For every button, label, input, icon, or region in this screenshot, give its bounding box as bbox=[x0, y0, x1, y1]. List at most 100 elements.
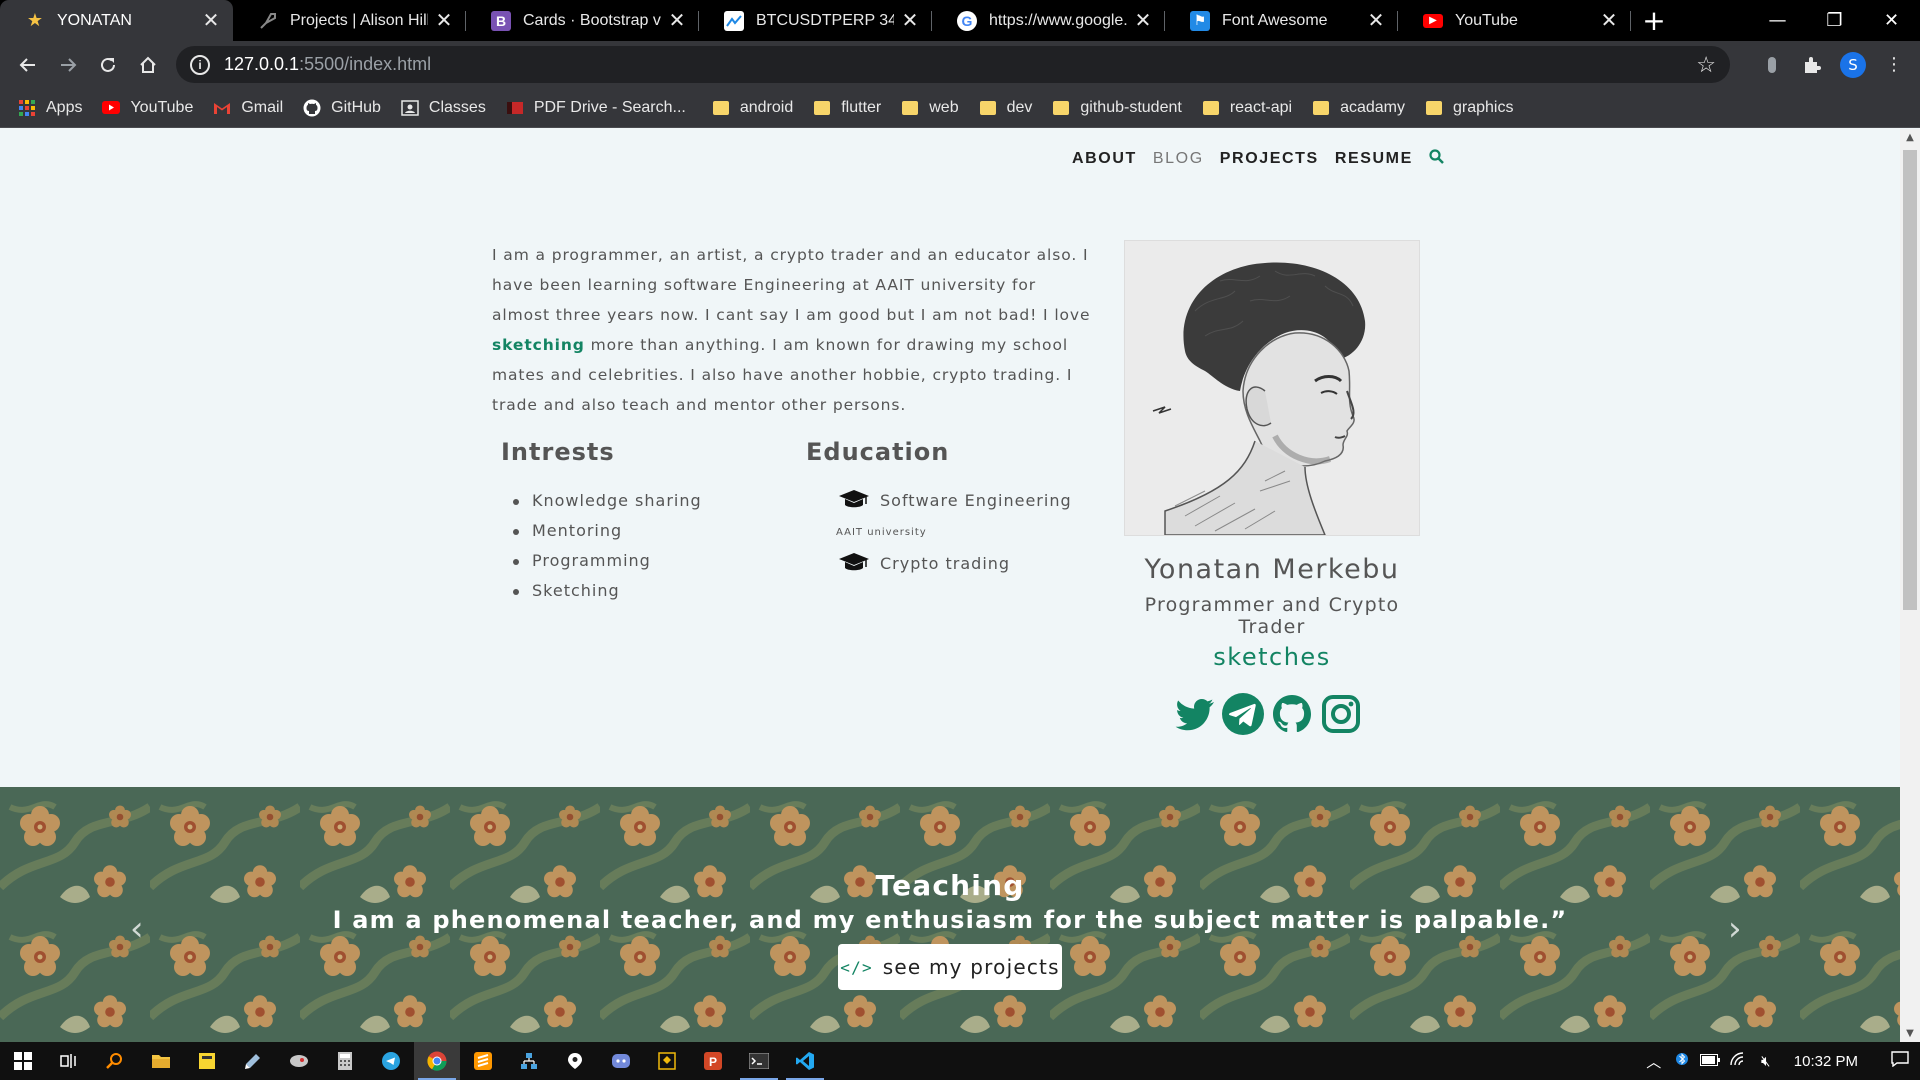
scroll-up-arrow-icon[interactable]: ▲ bbox=[1900, 129, 1920, 146]
windows-start-icon[interactable] bbox=[0, 1042, 46, 1080]
bookmark-folder-github-student[interactable]: github-student bbox=[1052, 99, 1182, 117]
bookmark-classes[interactable]: Classes bbox=[401, 99, 486, 117]
browser-tab-bootstrap[interactable]: B Cards · Bootstrap v5.0 ✕ bbox=[466, 0, 699, 41]
tab-close-icon[interactable]: ✕ bbox=[1133, 8, 1153, 33]
bookmark-folder-acadamy[interactable]: acadamy bbox=[1312, 99, 1405, 117]
scrollbar-thumb[interactable] bbox=[1903, 150, 1917, 610]
url-host: 127.0.0.1 bbox=[224, 54, 300, 74]
back-button[interactable] bbox=[8, 45, 48, 85]
site-nav: ABOUT BLOG PROJECTS RESUME bbox=[1072, 149, 1444, 169]
bookmark-github[interactable]: GitHub bbox=[303, 99, 381, 117]
extensions-puzzle-icon[interactable] bbox=[1794, 47, 1830, 83]
nav-blog[interactable]: BLOG bbox=[1153, 150, 1204, 168]
bookmark-apps[interactable]: Apps bbox=[18, 99, 82, 117]
new-tab-button[interactable]: + bbox=[1631, 0, 1677, 41]
tab-close-icon[interactable]: ✕ bbox=[434, 8, 454, 33]
graduation-cap-icon bbox=[839, 490, 869, 508]
tab-close-icon[interactable]: ✕ bbox=[1366, 8, 1386, 33]
paint-icon[interactable] bbox=[230, 1042, 276, 1080]
vscode-icon[interactable] bbox=[782, 1042, 828, 1080]
bookmark-folder-android[interactable]: android bbox=[712, 99, 793, 117]
battery-icon[interactable] bbox=[1696, 1053, 1724, 1070]
url-path: :5500/index.html bbox=[299, 54, 432, 74]
taskbar-clock[interactable]: 10:32 PM bbox=[1794, 1053, 1858, 1070]
browser-tab-google[interactable]: G https://www.google.co ✕ bbox=[932, 0, 1165, 41]
chart-icon bbox=[724, 10, 744, 31]
maps-icon[interactable] bbox=[552, 1042, 598, 1080]
profile-avatar[interactable]: S bbox=[1840, 51, 1866, 78]
sketches-link[interactable]: sketches bbox=[1124, 643, 1420, 671]
bookmark-folder-react-api[interactable]: react-api bbox=[1202, 99, 1292, 117]
close-window-button[interactable]: ✕ bbox=[1863, 0, 1920, 41]
page-scrollbar[interactable]: ▲ ▼ bbox=[1900, 129, 1920, 1042]
sublime-icon[interactable] bbox=[460, 1042, 506, 1080]
bookmark-pdf-drive[interactable]: PDF Drive - Search... bbox=[506, 99, 686, 117]
search-icon[interactable] bbox=[92, 1042, 138, 1080]
browser-tab-yonatan[interactable]: ★ YONATAN ✕ bbox=[0, 0, 233, 41]
bookmark-folder-dev[interactable]: dev bbox=[979, 99, 1032, 117]
list-item: Sketching bbox=[510, 576, 702, 606]
reload-button[interactable] bbox=[88, 45, 128, 85]
browser-tab-font-awesome[interactable]: ⚑ Font Awesome ✕ bbox=[1165, 0, 1398, 41]
search-icon[interactable] bbox=[1429, 149, 1444, 169]
discord-icon[interactable] bbox=[598, 1042, 644, 1080]
extension-icon[interactable] bbox=[1754, 47, 1790, 83]
scroll-down-arrow-icon[interactable]: ▼ bbox=[1900, 1025, 1920, 1042]
info-icon[interactable]: i bbox=[190, 54, 210, 75]
chevron-up-icon[interactable]: ︿ bbox=[1640, 1051, 1668, 1072]
address-bar[interactable]: i 127.0.0.1:5500/index.html ☆ bbox=[176, 46, 1730, 83]
bookmark-youtube[interactable]: YouTube bbox=[102, 99, 193, 117]
tab-close-icon[interactable]: ✕ bbox=[900, 8, 920, 33]
terminal-icon[interactable] bbox=[736, 1042, 782, 1080]
browser-tab-alison-hill[interactable]: Projects | Alison Hill ✕ bbox=[233, 0, 466, 41]
notification-icon[interactable] bbox=[1880, 1050, 1920, 1072]
bookmark-gmail[interactable]: Gmail bbox=[213, 99, 283, 117]
instagram-icon[interactable] bbox=[1319, 692, 1363, 736]
nav-projects[interactable]: PROJECTS bbox=[1220, 150, 1319, 168]
minimize-button[interactable]: — bbox=[1749, 0, 1806, 41]
tab-close-icon[interactable]: ✕ bbox=[201, 8, 221, 33]
nav-about[interactable]: ABOUT bbox=[1072, 150, 1137, 168]
bookmark-label: PDF Drive - Search... bbox=[533, 98, 686, 116]
apps-grid-icon bbox=[18, 99, 36, 117]
task-view-icon[interactable] bbox=[46, 1042, 92, 1080]
bookmark-folder-flutter[interactable]: flutter bbox=[813, 99, 881, 117]
banner-title: Teaching bbox=[875, 869, 1025, 902]
education-title: Crypto trading bbox=[880, 553, 1011, 573]
twitter-icon[interactable] bbox=[1172, 692, 1216, 736]
restore-button[interactable]: ❐ bbox=[1806, 0, 1863, 41]
bookmark-folder-web[interactable]: web bbox=[901, 99, 959, 117]
wifi-icon[interactable] bbox=[1724, 1051, 1752, 1071]
network-icon[interactable] bbox=[506, 1042, 552, 1080]
telegram-icon[interactable] bbox=[368, 1042, 414, 1080]
youtube-icon: ▶ bbox=[1423, 13, 1443, 28]
forward-button[interactable] bbox=[48, 45, 88, 85]
binance-icon[interactable] bbox=[644, 1042, 690, 1080]
folder-icon bbox=[901, 99, 919, 117]
powerpoint-icon[interactable]: P bbox=[690, 1042, 736, 1080]
toolbar-actions: S ⋮ bbox=[1754, 41, 1920, 88]
browser-tab-youtube[interactable]: ▶ YouTube ✕ bbox=[1398, 0, 1631, 41]
tab-close-icon[interactable]: ✕ bbox=[667, 8, 687, 33]
file-explorer-icon[interactable] bbox=[138, 1042, 184, 1080]
telegram-icon[interactable] bbox=[1221, 692, 1265, 736]
game-icon[interactable] bbox=[276, 1042, 322, 1080]
github-icon[interactable] bbox=[1270, 692, 1314, 736]
github-icon bbox=[303, 99, 321, 117]
bookmark-folder-graphics[interactable]: graphics bbox=[1425, 99, 1513, 117]
bluetooth-icon[interactable] bbox=[1668, 1050, 1696, 1072]
calculator-icon[interactable] bbox=[322, 1042, 368, 1080]
nav-resume[interactable]: RESUME bbox=[1335, 150, 1413, 168]
home-button[interactable] bbox=[128, 45, 168, 85]
volume-muted-icon[interactable]: 🔇︎ bbox=[1752, 1053, 1780, 1070]
sketching-link[interactable]: sketching bbox=[492, 336, 585, 354]
window-controls: — ❐ ✕ bbox=[1749, 0, 1920, 41]
see-projects-button[interactable]: </> see my projects bbox=[838, 944, 1062, 990]
education-heading: Education bbox=[806, 438, 950, 466]
chrome-icon[interactable] bbox=[414, 1042, 460, 1080]
browser-tab-btcusdt[interactable]: BTCUSDTPERP 34912.8 ✕ bbox=[699, 0, 932, 41]
sticky-notes-icon[interactable] bbox=[184, 1042, 230, 1080]
tab-close-icon[interactable]: ✕ bbox=[1599, 8, 1619, 33]
menu-kebab-icon[interactable]: ⋮ bbox=[1876, 47, 1912, 83]
bookmark-star-icon[interactable]: ☆ bbox=[1696, 52, 1716, 78]
